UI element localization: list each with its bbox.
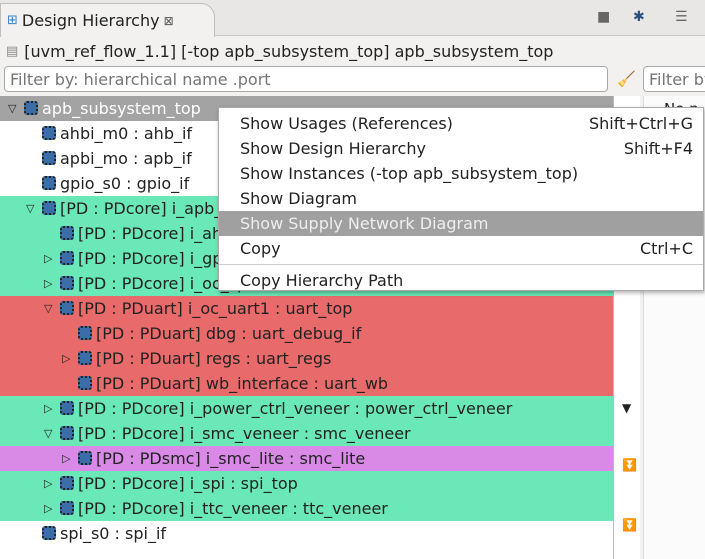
module-icon [60,501,74,515]
expand-arrow-icon[interactable]: ▷ [44,477,52,490]
close-icon[interactable]: ⊠ [164,14,174,28]
collapse-arrow-icon[interactable]: ▽ [44,302,52,315]
tree-row[interactable]: ▷ [PD : PDcore] i_power_ctrl_veneer : pow… [0,396,613,421]
menu-item-shortcut: Shift+F4 [623,139,693,158]
tree-row[interactable]: ▷ [PD : PDsmc] i_smc_lite : smc_lite [0,446,613,471]
expand-arrow-icon[interactable]: ▷ [44,277,52,290]
filter-input[interactable] [4,66,608,92]
context-menu: Show Usages (References) Shift+Ctrl+G Show… [218,107,704,291]
tree-row-label: apbi_mo : apb_if [60,149,192,168]
document-icon: ▤ [6,43,19,59]
module-icon [78,376,92,390]
menu-item-label: Copy [240,239,281,258]
expand-arrow-icon[interactable]: ▷ [44,402,52,415]
module-icon [60,401,74,415]
menu-item[interactable]: Show Design Hierarchy Shift+F4 [219,136,703,161]
scroll-end-icon[interactable]: ⏬ [622,518,637,532]
tree-row-label: gpio_s0 : gpio_if [60,174,190,193]
tree-row-label: ahbi_m0 : ahb_if [60,124,193,143]
module-icon [60,426,74,440]
tree-row-label: [PD : PDcore] i_ttc_veneer : ttc_veneer [78,499,388,518]
expand-arrow-icon[interactable]: ▷ [62,452,70,465]
module-icon [60,276,74,290]
tree-row[interactable]: ▷ [PD : PDcore] i_ttc_veneer : ttc_veneer [0,496,613,521]
menu-item[interactable]: Show Supply Network Diagram [219,211,703,236]
menu-item-label: Show Design Hierarchy [240,139,426,158]
bug-icon[interactable]: ✱ [633,9,645,25]
tree-row[interactable]: [PD : PDuart] wb_interface : uart_wb [0,371,613,396]
module-icon [60,226,74,240]
expand-arrow-icon[interactable]: ▷ [44,502,52,515]
module-icon [24,101,38,115]
tree-row-label: [PD : PDuart] regs : uart_regs [96,349,332,368]
tree-row[interactable]: ▽ [PD : PDcore] i_smc_veneer : smc_veneer [0,421,613,446]
right-filter-input[interactable] [643,66,705,92]
minimize-icon[interactable]: ■ [597,9,610,25]
module-icon [42,151,56,165]
menu-item[interactable]: Show Diagram [219,186,703,211]
breadcrumb: ▤ [uvm_ref_flow_1.1] [-top apb_subsystem… [6,40,553,62]
view-menu-icon[interactable]: ☰ [675,9,688,25]
tab-title: Design Hierarchy [21,11,160,30]
tree-row[interactable]: ▷ [PD : PDuart] regs : uart_regs [0,346,613,371]
module-icon [78,451,92,465]
hierarchy-icon: ⊞ [7,13,18,28]
module-icon [42,176,56,190]
menu-item-label: Show Usages (References) [240,114,453,133]
collapse-arrow-icon[interactable]: ▽ [8,102,16,115]
tab-design-hierarchy[interactable]: ⊞ Design Hierarchy ⊠ [0,3,215,37]
tree-row-label: [PD : PDuart] i_oc_uart1 : uart_top [78,299,353,318]
collapse-arrow-icon[interactable]: ▽ [44,427,52,440]
tree-row[interactable]: spi_s0 : spi_if [0,521,613,546]
menu-separator [219,264,703,265]
menu-item-shortcut: Ctrl+C [639,239,693,258]
tree-row-label: spi_s0 : spi_if [60,524,167,543]
menu-item[interactable]: Show Usages (References) Shift+Ctrl+G [219,111,703,136]
collapse-arrow-icon[interactable]: ▽ [26,202,34,215]
scroll-page-down-icon[interactable]: ⏬ [622,458,637,472]
hierarchy-path: [uvm_ref_flow_1.1] [-top apb_subsystem_t… [24,41,554,61]
menu-item[interactable]: Copy Ctrl+C [219,236,703,261]
tree-row-label: [PD : PDcore] i_power_ctrl_veneer : powe… [78,399,513,418]
expand-arrow-icon[interactable]: ▷ [62,352,70,365]
module-icon [78,326,92,340]
module-icon [42,126,56,140]
tree-row-label: [PD : PDcore] i_gpio [78,249,237,268]
module-icon [60,476,74,490]
tree-row-label: [PD : PDuart] dbg : uart_debug_if [96,324,362,343]
tree-row[interactable]: ▽ [PD : PDuart] i_oc_uart1 : uart_top [0,296,613,321]
module-icon [60,301,74,315]
tree-row-label: [PD : PDcore] i_spi : spi_top [78,474,298,493]
clear-filter-icon[interactable]: 🧹 [617,70,636,88]
tree-row[interactable]: ▷ [PD : PDcore] i_spi : spi_top [0,471,613,496]
tab-bar: ⊞ Design Hierarchy ⊠ ■ ✱ ☰ [0,0,705,37]
tree-row-label: [PD : PDsmc] i_smc_lite : smc_lite [96,449,366,468]
menu-item[interactable]: Show Instances (-top apb_subsystem_top) [219,161,703,186]
tree-row[interactable]: [PD : PDuart] dbg : uart_debug_if [0,321,613,346]
tree-row-label: [PD : PDuart] wb_interface : uart_wb [96,374,389,393]
menu-item-label: Copy Hierarchy Path [240,271,404,290]
menu-item-label: Show Supply Network Diagram [240,214,489,233]
menu-item-shortcut: Shift+Ctrl+G [588,114,693,133]
menu-item-label: Show Diagram [240,189,357,208]
scroll-down-icon[interactable]: ▼ [622,401,631,415]
tree-row-label: [PD : PDcore] i_smc_veneer : smc_veneer [78,424,411,443]
module-icon [78,351,92,365]
menu-item-label: Show Instances (-top apb_subsystem_top) [240,164,579,183]
module-icon [42,526,56,540]
expand-arrow-icon[interactable]: ▷ [44,252,52,265]
tree-row-label: apb_subsystem_top [42,99,201,118]
module-icon [60,251,74,265]
module-icon [42,201,56,215]
menu-item[interactable]: Copy Hierarchy Path [219,268,703,293]
